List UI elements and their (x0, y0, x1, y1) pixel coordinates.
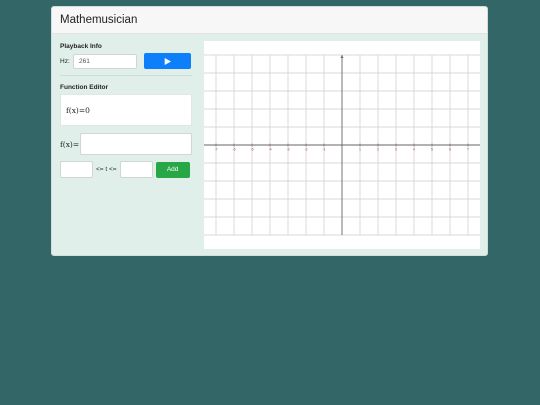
play-icon (164, 57, 171, 65)
x-tick-label: -3 (286, 148, 289, 152)
app-window: Mathemusician Playback Info Hz: 261 Func… (51, 6, 488, 256)
x-tick-label: -6 (232, 148, 235, 152)
range-to-input[interactable] (119, 161, 153, 178)
x-tick-label: -5 (250, 148, 253, 152)
playback-section-label: Playback Info (60, 43, 102, 50)
app-title: Mathemusician (60, 14, 138, 26)
function-input-row: f(x)= (60, 133, 192, 155)
y-axis-arrow (340, 55, 344, 58)
x-tick-label: 1 (359, 148, 361, 152)
function-display[interactable]: f(x)=0 (60, 94, 192, 126)
play-button[interactable] (144, 53, 191, 69)
x-tick-label: 2 (377, 148, 379, 152)
hz-input[interactable]: 261 (73, 53, 137, 69)
range-from-input[interactable] (60, 161, 93, 178)
graph-plot[interactable]: -7 -6 -5 -4 -3 -2 -1 1 2 3 4 5 6 7 (204, 41, 480, 249)
x-tick-label: -7 (214, 148, 217, 152)
x-tick-label: -4 (268, 148, 271, 152)
x-tick-label: -1 (322, 148, 325, 152)
range-row: <= t <= Add (60, 161, 192, 178)
x-tick-label: 7 (467, 148, 469, 152)
x-tick-label: 4 (413, 148, 415, 152)
x-tick-label: -2 (304, 148, 307, 152)
x-tick-label: 6 (449, 148, 451, 152)
x-tick-label: 5 (431, 148, 433, 152)
range-label: <= t <= (96, 166, 117, 173)
add-button[interactable]: Add (155, 161, 190, 178)
section-divider (60, 75, 192, 76)
function-input-label: f(x)= (60, 139, 80, 149)
x-tick-label: 3 (395, 148, 397, 152)
current-function-text: f(x)=0 (66, 105, 90, 115)
function-editor-label: Function Editor (60, 84, 109, 91)
app-header: Mathemusician (52, 7, 487, 34)
hz-row: Hz: 261 (60, 53, 192, 69)
function-input[interactable] (80, 133, 192, 155)
control-panel: Playback Info Hz: 261 Function Editor f(… (60, 43, 192, 178)
hz-label: Hz: (60, 57, 70, 65)
graph-canvas[interactable]: -7 -6 -5 -4 -3 -2 -1 1 2 3 4 5 6 7 (204, 41, 480, 249)
